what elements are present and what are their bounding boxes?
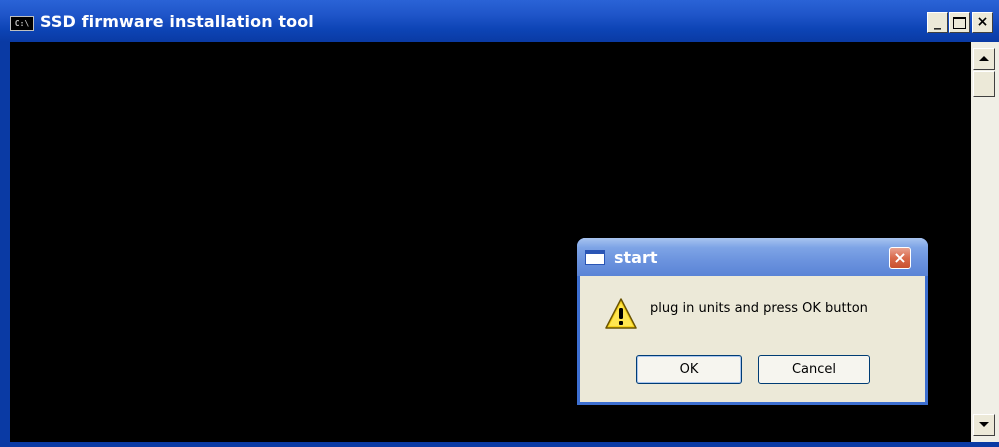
console-titlebar[interactable]: C:\ SSD firmware installation tool _ ×: [0, 0, 999, 42]
dialog-titlebar[interactable]: start ×: [577, 238, 928, 276]
scroll-down-arrow-icon[interactable]: [973, 414, 995, 436]
dialog-title: start: [614, 248, 658, 267]
window-frame-bottom: [0, 442, 999, 447]
ok-button[interactable]: OK: [636, 355, 742, 384]
close-icon: ×: [893, 248, 907, 267]
window-frame-left: [0, 42, 10, 447]
vertical-scrollbar[interactable]: [971, 42, 999, 442]
window-title: SSD firmware installation tool: [40, 12, 314, 31]
start-dialog: start × plug in units and press OK butto…: [577, 238, 928, 405]
maximize-icon: [953, 17, 966, 29]
maximize-button[interactable]: [949, 12, 970, 33]
scroll-thumb[interactable]: [973, 71, 995, 97]
minimize-icon: _: [934, 14, 941, 30]
dialog-message: plug in units and press OK button: [650, 301, 868, 316]
minimize-button[interactable]: _: [927, 12, 948, 33]
dialog-close-button[interactable]: ×: [889, 247, 911, 269]
scroll-up-arrow-icon[interactable]: [973, 48, 995, 70]
cancel-button[interactable]: Cancel: [758, 355, 870, 384]
warning-icon: [605, 298, 637, 329]
console-app-icon[interactable]: C:\: [10, 16, 34, 31]
close-icon: ×: [976, 14, 989, 30]
window-icon: [585, 250, 605, 265]
close-button[interactable]: ×: [972, 12, 993, 33]
